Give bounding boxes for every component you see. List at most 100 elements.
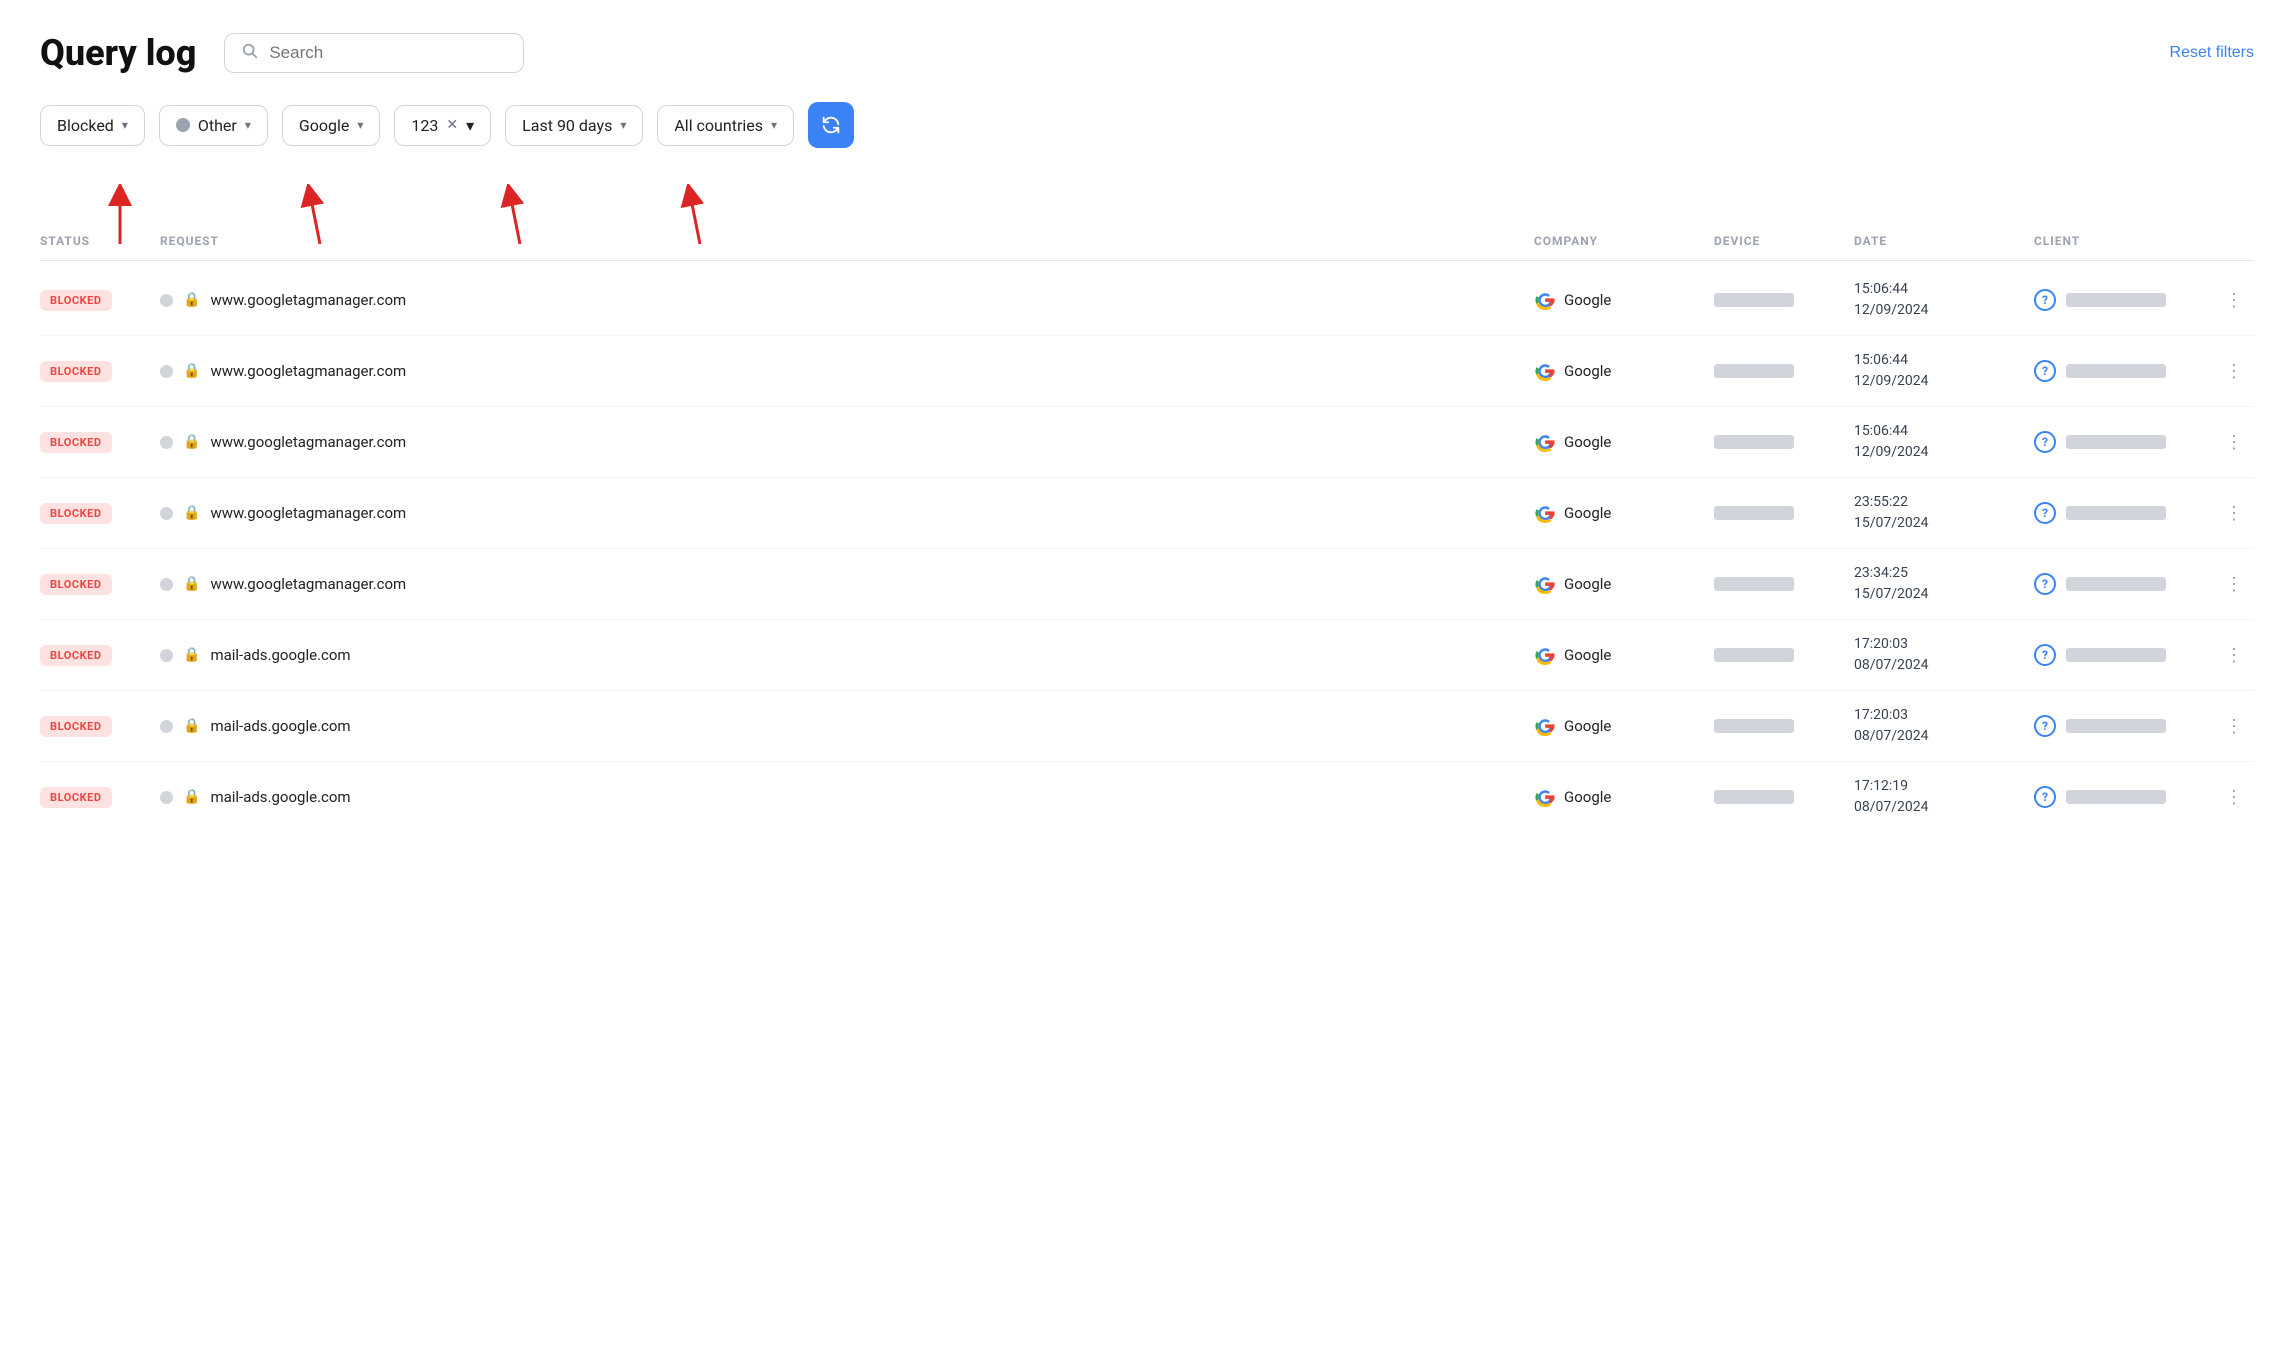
status-badge-1: BLOCKED <box>40 361 112 382</box>
question-icon-0[interactable]: ? <box>2034 289 2056 311</box>
col-header-date: DATE <box>1854 234 2034 248</box>
request-cell-0: 🔒 www.googletagmanager.com <box>160 291 1534 309</box>
device-bar-0 <box>1714 293 1794 307</box>
device-bar-1 <box>1714 364 1794 378</box>
company-name-0: Google <box>1564 291 1611 309</box>
date-cell-1: 15:06:4412/09/2024 <box>1854 350 2034 392</box>
question-icon-6[interactable]: ? <box>2034 715 2056 737</box>
date-cell-7: 17:12:1908/07/2024 <box>1854 776 2034 818</box>
client-cell-7: ? <box>2034 786 2214 808</box>
col-header-status: STATUS <box>40 234 160 248</box>
table-row: BLOCKED 🔒 mail-ads.google.com Google 17:… <box>40 762 2254 832</box>
reset-filters-button[interactable]: Reset filters <box>2170 44 2254 62</box>
page-title: Query log <box>40 32 196 74</box>
more-options-button-0[interactable]: ⋮ <box>2214 290 2254 311</box>
table-body: BLOCKED 🔒 www.googletagmanager.com Googl… <box>40 265 2254 832</box>
company-cell-0: Google <box>1534 289 1714 311</box>
device-bar-3 <box>1714 506 1794 520</box>
type-filter-dropdown[interactable]: Other ▾ <box>159 105 268 146</box>
client-cell-3: ? <box>2034 502 2214 524</box>
refresh-button[interactable] <box>808 102 854 148</box>
search-id-filter[interactable]: 123 ✕ ▾ <box>394 105 491 146</box>
time-filter-dropdown[interactable]: Last 90 days ▾ <box>505 105 643 146</box>
status-badge-4: BLOCKED <box>40 574 112 595</box>
more-options-button-1[interactable]: ⋮ <box>2214 361 2254 382</box>
request-url-6: mail-ads.google.com <box>210 717 350 735</box>
more-options-button-4[interactable]: ⋮ <box>2214 574 2254 595</box>
company-name-3: Google <box>1564 504 1611 522</box>
question-icon-4[interactable]: ? <box>2034 573 2056 595</box>
client-cell-4: ? <box>2034 573 2214 595</box>
more-options-button-6[interactable]: ⋮ <box>2214 716 2254 737</box>
question-icon-3[interactable]: ? <box>2034 502 2056 524</box>
company-filter-dropdown[interactable]: Google ▾ <box>282 105 381 146</box>
date-cell-3: 23:55:2215/07/2024 <box>1854 492 2034 534</box>
status-cell-3: BLOCKED <box>40 502 160 524</box>
status-filter-label: Blocked <box>57 116 114 135</box>
device-cell-2 <box>1714 435 1854 449</box>
table-header: STATUS REQUEST COMPANY DEVICE DATE CLIEN… <box>40 234 2254 261</box>
date-cell-4: 23:34:2515/07/2024 <box>1854 563 2034 605</box>
client-bar-3 <box>2066 506 2166 520</box>
table-row: BLOCKED 🔒 mail-ads.google.com Google 17:… <box>40 620 2254 691</box>
client-cell-6: ? <box>2034 715 2214 737</box>
google-logo-2 <box>1534 431 1556 453</box>
device-bar-2 <box>1714 435 1794 449</box>
status-badge-2: BLOCKED <box>40 432 112 453</box>
client-bar-0 <box>2066 293 2166 307</box>
table-row: BLOCKED 🔒 www.googletagmanager.com Googl… <box>40 478 2254 549</box>
more-options-button-3[interactable]: ⋮ <box>2214 503 2254 524</box>
device-cell-4 <box>1714 577 1854 591</box>
status-cell-4: BLOCKED <box>40 573 160 595</box>
date-cell-6: 17:20:0308/07/2024 <box>1854 705 2034 747</box>
country-filter-dropdown[interactable]: All countries ▾ <box>657 105 794 146</box>
client-cell-0: ? <box>2034 289 2214 311</box>
more-options-button-2[interactable]: ⋮ <box>2214 432 2254 453</box>
device-cell-7 <box>1714 790 1854 804</box>
company-cell-7: Google <box>1534 786 1714 808</box>
status-cell-2: BLOCKED <box>40 431 160 453</box>
client-bar-6 <box>2066 719 2166 733</box>
request-dot-icon-5 <box>160 649 173 662</box>
request-dot-icon-3 <box>160 507 173 520</box>
col-header-request: REQUEST <box>160 234 1534 248</box>
more-options-button-7[interactable]: ⋮ <box>2214 787 2254 808</box>
company-name-1: Google <box>1564 362 1611 380</box>
google-logo-5 <box>1534 644 1556 666</box>
status-badge-0: BLOCKED <box>40 290 112 311</box>
status-filter-dropdown[interactable]: Blocked ▾ <box>40 105 145 146</box>
google-logo-4 <box>1534 573 1556 595</box>
request-url-5: mail-ads.google.com <box>210 646 350 664</box>
lock-icon-4: 🔒 <box>183 576 200 592</box>
request-url-2: www.googletagmanager.com <box>210 433 406 451</box>
clear-search-id-icon[interactable]: ✕ <box>446 117 458 133</box>
request-dot-icon-1 <box>160 365 173 378</box>
table-row: BLOCKED 🔒 www.googletagmanager.com Googl… <box>40 407 2254 478</box>
company-name-6: Google <box>1564 717 1611 735</box>
country-chevron-icon: ▾ <box>771 118 777 132</box>
request-dot-icon-6 <box>160 720 173 733</box>
client-cell-2: ? <box>2034 431 2214 453</box>
question-icon-2[interactable]: ? <box>2034 431 2056 453</box>
more-options-button-5[interactable]: ⋮ <box>2214 645 2254 666</box>
question-icon-1[interactable]: ? <box>2034 360 2056 382</box>
request-url-0: www.googletagmanager.com <box>210 291 406 309</box>
lock-icon-2: 🔒 <box>183 434 200 450</box>
status-cell-0: BLOCKED <box>40 289 160 311</box>
time-filter-label: Last 90 days <box>522 116 612 135</box>
company-cell-6: Google <box>1534 715 1714 737</box>
table-row: BLOCKED 🔒 www.googletagmanager.com Googl… <box>40 336 2254 407</box>
client-cell-1: ? <box>2034 360 2214 382</box>
question-icon-7[interactable]: ? <box>2034 786 2056 808</box>
status-cell-6: BLOCKED <box>40 715 160 737</box>
status-cell-5: BLOCKED <box>40 644 160 666</box>
client-bar-2 <box>2066 435 2166 449</box>
company-cell-4: Google <box>1534 573 1714 595</box>
search-input[interactable] <box>269 43 507 63</box>
status-badge-7: BLOCKED <box>40 787 112 808</box>
question-icon-5[interactable]: ? <box>2034 644 2056 666</box>
client-cell-5: ? <box>2034 644 2214 666</box>
search-box[interactable] <box>224 33 524 73</box>
type-dot-icon <box>176 118 190 132</box>
query-log-table: STATUS REQUEST COMPANY DEVICE DATE CLIEN… <box>40 234 2254 832</box>
